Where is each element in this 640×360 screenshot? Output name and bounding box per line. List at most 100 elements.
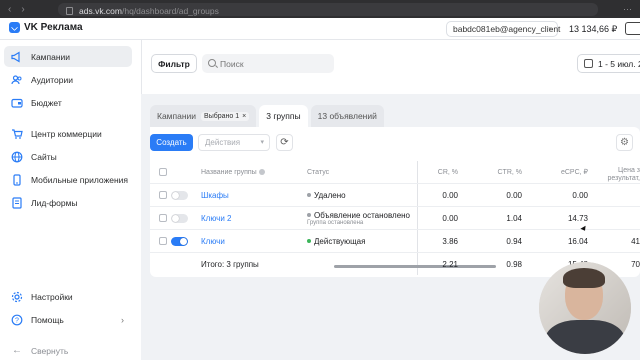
refresh-icon[interactable]: ⟳ [276, 134, 293, 151]
group-name-link[interactable]: Ключи 2 [201, 214, 231, 223]
filter-toolbar: Фильтр 1 - 5 июл. 20 [141, 40, 640, 94]
header-ecpc[interactable]: eCPC, ₽ [532, 161, 588, 183]
phone-icon [11, 173, 23, 186]
date-range-value: 1 - 5 июл. 20 [598, 58, 640, 69]
presenter-hair [563, 268, 605, 288]
chevron-down-icon: ▾ [548, 26, 552, 33]
actions-dropdown-label: Действия [205, 138, 241, 147]
table-header: Название группы Статус CR, % CTR, % eCPC… [150, 161, 640, 184]
row-checkbox[interactable] [159, 184, 171, 206]
sidebar-item-label: Кампании [31, 51, 71, 62]
selected-chip[interactable]: Выбрано 1 × [201, 111, 250, 121]
header-ctr[interactable]: CTR, % [468, 161, 523, 183]
toggle-switch [171, 190, 188, 200]
sidebar-item-label: Лид-формы [31, 197, 78, 208]
group-name-link[interactable]: Шкафы [201, 191, 229, 200]
group-name[interactable]: Шкафы [201, 184, 309, 206]
logo[interactable]: VK Реклама [9, 22, 83, 33]
browser-nav: ‹ › [8, 4, 25, 15]
top-bar: VK Реклама babdc081eb@agency_client ▾ 13… [0, 18, 640, 40]
url-path: /hq/dashboard/ad_groups [122, 5, 219, 16]
sidebar-item-label: Помощь [31, 314, 64, 325]
status-text: Объявление остановлено [314, 210, 411, 220]
tab-campaigns[interactable]: Кампании Выбрано 1 × [150, 105, 257, 127]
header-price-line2: результат, [607, 175, 640, 182]
total-ctr: 0.98 [506, 259, 522, 269]
row-toggle[interactable] [171, 184, 195, 206]
svg-text:?: ? [15, 317, 19, 324]
address-bar[interactable]: ads.vk.com/hq/dashboard/ad_groups [58, 3, 598, 16]
globe-icon [11, 151, 23, 163]
toggle-switch [171, 236, 188, 246]
group-name[interactable]: Ключи 2 [201, 207, 309, 229]
cell-ctr: 0.94 [506, 236, 522, 246]
actions-dropdown[interactable]: Действия ▾ [198, 134, 270, 151]
wallet-icon [11, 97, 23, 109]
sidebar-item-campaigns[interactable]: Кампании [4, 46, 132, 67]
header-status[interactable]: Статус [307, 161, 417, 183]
filter-button[interactable]: Фильтр [151, 54, 197, 73]
browser-menu-icon[interactable]: ⋯ [623, 4, 632, 15]
status-text: Действующая [314, 236, 366, 246]
table-row[interactable]: Ключи Действующая 3.86 0.94 16.04 41 [150, 230, 640, 253]
sidebar-item-label: Настройки [31, 291, 73, 302]
sidebar-item-sites[interactable]: Сайты [4, 146, 132, 167]
gear-icon [11, 291, 23, 303]
sidebar: Кампании Аудитории Бюджет Центр коммерци… [0, 40, 141, 360]
sidebar-item-label: Мобильные приложения [31, 174, 129, 185]
tab-ads[interactable]: 13 объявлений [310, 105, 384, 127]
row-toggle[interactable] [171, 207, 195, 229]
close-icon[interactable]: × [242, 113, 246, 120]
status-dot [307, 193, 311, 197]
info-icon[interactable] [258, 169, 265, 175]
select-all-checkbox[interactable] [159, 161, 171, 183]
row-toggle[interactable] [171, 230, 195, 252]
checkbox-icon [159, 214, 167, 222]
cell-ecpc: 14.73 [567, 213, 588, 223]
group-name[interactable]: Ключи [201, 230, 309, 252]
sidebar-item-label: Центр коммерции [31, 128, 102, 139]
sidebar-item-help[interactable]: ? Помощь › [4, 309, 132, 330]
search-icon [208, 59, 216, 67]
table-row[interactable]: Шкафы Удалено 0.00 0.00 0.00 [150, 184, 640, 207]
create-button[interactable]: Создать [150, 134, 193, 151]
date-range-picker[interactable]: 1 - 5 июл. 20 [577, 54, 640, 73]
table-settings-icon[interactable]: ⚙ [616, 134, 633, 151]
group-name-link[interactable]: Ключи [201, 237, 225, 246]
header-cr[interactable]: CR, % [418, 161, 458, 183]
checkbox-icon [159, 191, 167, 199]
chevron-down-icon: ▾ [260, 139, 264, 146]
cell-price [596, 207, 640, 229]
cell-cr: 0.00 [442, 190, 458, 200]
sidebar-item-lead-forms[interactable]: Лид-формы [4, 192, 132, 213]
sidebar-item-mobile-apps[interactable]: Мобильные приложения [4, 169, 132, 190]
people-icon [11, 74, 23, 86]
sidebar-item-budget[interactable]: Бюджет [4, 92, 132, 113]
tab-campaigns-label: Кампании [157, 111, 197, 121]
search-input[interactable] [202, 54, 334, 73]
form-icon [11, 196, 23, 209]
row-checkbox[interactable] [159, 230, 171, 252]
wallet-icon[interactable] [625, 22, 640, 35]
account-balance[interactable]: 13 134,66 ₽ [569, 24, 617, 35]
group-status: Удалено [307, 184, 417, 206]
sidebar-item-settings[interactable]: Настройки [4, 286, 132, 307]
header-name[interactable]: Название группы [201, 161, 309, 183]
megaphone-icon [11, 50, 23, 63]
forward-arrow-icon[interactable]: › [21, 4, 24, 15]
lock-icon [66, 6, 73, 15]
sidebar-item-audiences[interactable]: Аудитории [4, 69, 132, 90]
account-selector[interactable]: babdc081eb@agency_client ▾ [446, 21, 560, 37]
status-subtext: Группа остановлена [307, 219, 364, 226]
header-price[interactable]: Цена з результат, [596, 161, 640, 183]
sidebar-item-collapse[interactable]: ← Свернуть [4, 340, 132, 360]
back-arrow-icon[interactable]: ‹ [8, 4, 11, 15]
browser-chrome: ‹ › ads.vk.com/hq/dashboard/ad_groups ⋯ [0, 0, 640, 18]
cell-ctr: 1.04 [506, 213, 522, 223]
tab-groups[interactable]: 3 группы [259, 105, 308, 127]
group-status: Объявление остановлено Группа остановлен… [307, 207, 417, 229]
sidebar-item-commerce[interactable]: Центр коммерции [4, 123, 132, 144]
table-row[interactable]: Ключи 2 Объявление остановлено Группа ос… [150, 207, 640, 230]
row-checkbox[interactable] [159, 207, 171, 229]
cell-ecpc: 0.00 [572, 190, 588, 200]
